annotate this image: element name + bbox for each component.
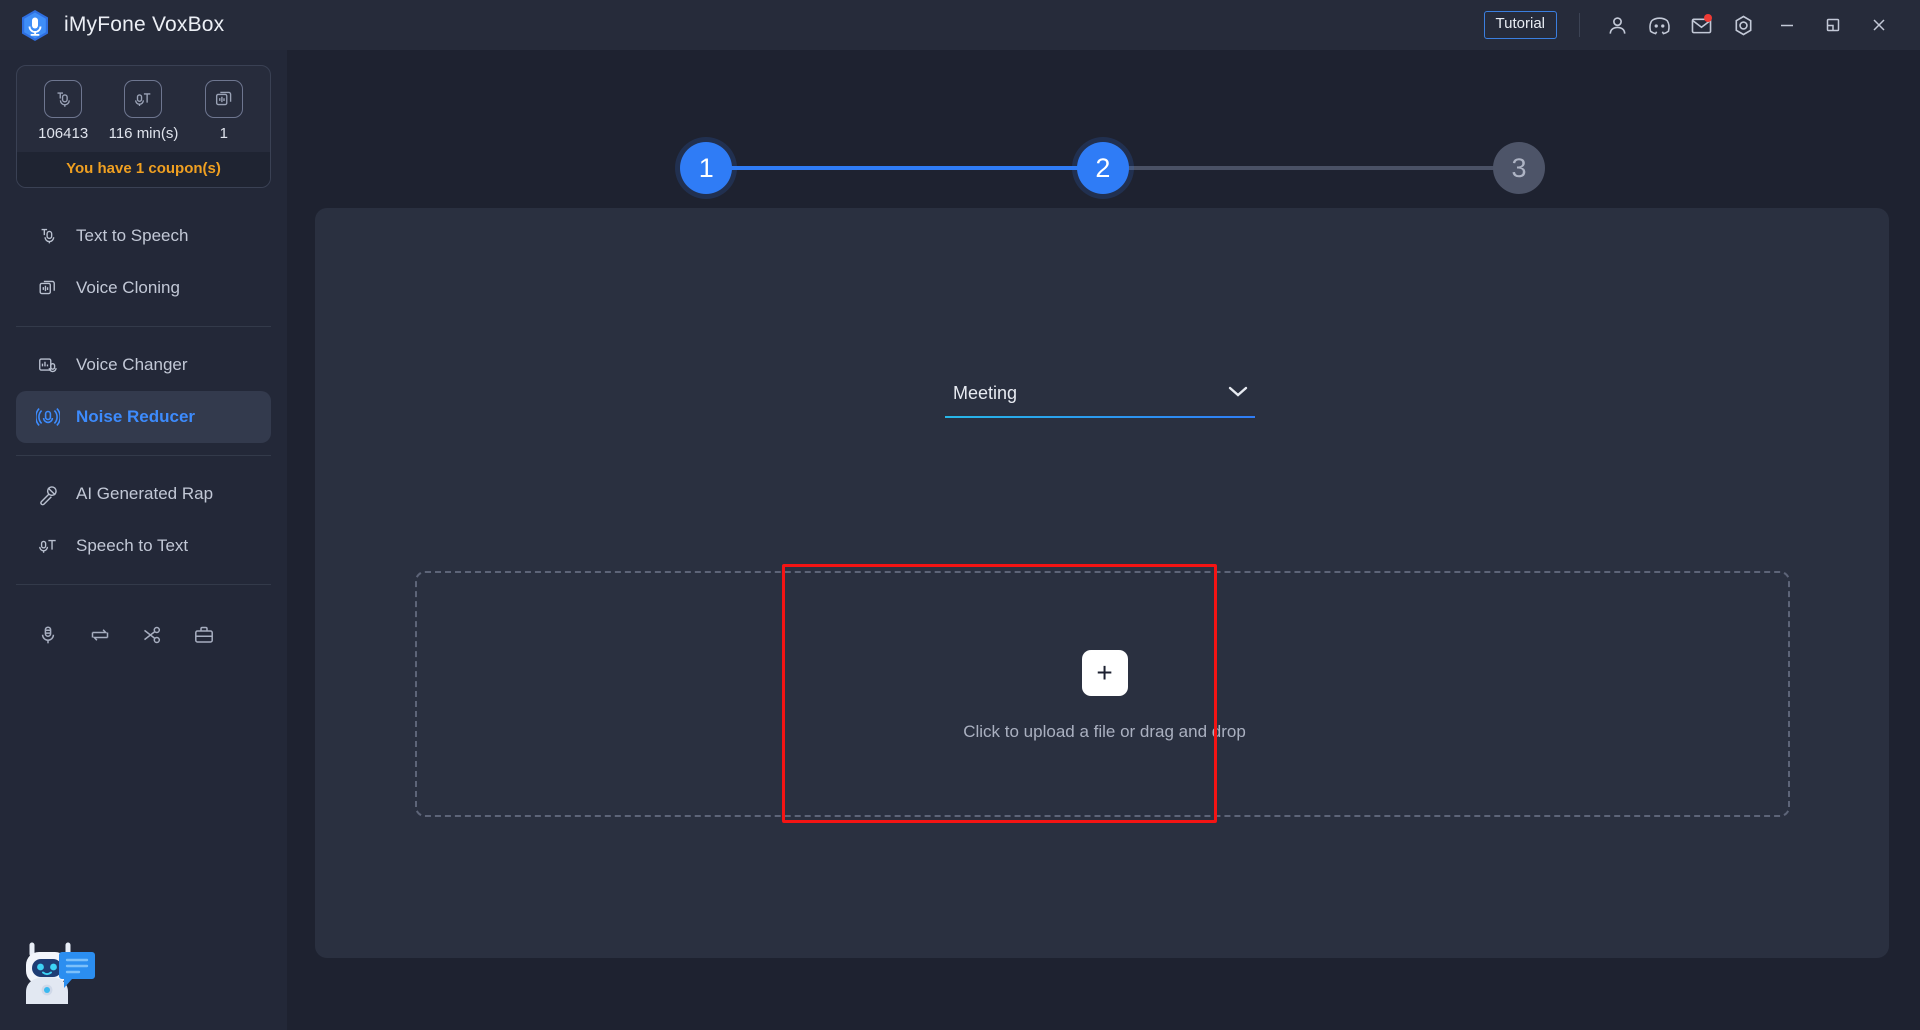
chatbot-assistant-icon[interactable] (12, 930, 98, 1016)
coupon-banner[interactable]: You have 1 coupon(s) (17, 152, 270, 187)
tutorial-button[interactable]: Tutorial (1483, 11, 1557, 39)
file-dropzone-inner[interactable]: + Click to upload a file or drag and dro… (417, 573, 1792, 819)
sidebar-item-voice-cloning[interactable]: Voice Cloning (16, 262, 271, 314)
mode-select-value: Meeting (953, 383, 1018, 403)
sidebar-divider (16, 455, 271, 456)
brand: iMyFone VoxBox (0, 9, 224, 42)
toolbox-tool-icon[interactable] (184, 615, 224, 655)
sidebar: 106413 116 min(s) 1 You have 1 coupon(s)… (0, 50, 287, 1030)
recorder-tool-icon[interactable] (28, 615, 68, 655)
text-to-speech-icon (36, 224, 60, 248)
sidebar-item-label: Text to Speech (76, 226, 189, 245)
credit-item-characters[interactable]: 106413 (23, 80, 103, 142)
main-content: 1 Select Mode 2 Upload 3 Export Meeting (287, 50, 1920, 1030)
mail-icon[interactable] (1680, 4, 1722, 46)
sidebar-divider (16, 326, 271, 327)
maximize-button[interactable] (1810, 2, 1856, 48)
step-number: 3 (1493, 142, 1545, 194)
mode-select-dropdown[interactable]: Meeting (945, 383, 1255, 418)
upload-panel: Meeting + Click to upload a file or drag… (315, 208, 1889, 958)
plus-icon[interactable]: + (1081, 650, 1128, 696)
text-to-speech-credit-icon (44, 80, 83, 118)
sidebar-item-label: Voice Changer (76, 355, 188, 374)
sidebar-item-voice-changer[interactable]: Voice Changer (16, 339, 271, 391)
sidebar-item-ai-generated-rap[interactable]: AI Generated Rap (16, 468, 271, 520)
app-title: iMyFone VoxBox (64, 13, 225, 36)
title-bar-actions: Tutorial (1483, 2, 1920, 48)
credit-value: 106413 (38, 125, 89, 142)
credit-item-clones[interactable]: 1 (184, 80, 264, 142)
sidebar-item-label: Voice Cloning (76, 278, 180, 297)
mail-unread-badge (1704, 14, 1712, 22)
noise-reducer-icon (36, 405, 60, 429)
credit-value: 1 (219, 125, 228, 142)
step-number: 2 (1076, 142, 1129, 194)
title-bar-divider (1579, 13, 1580, 37)
credit-item-minutes[interactable]: 116 min(s) (104, 80, 184, 142)
speech-to-text-icon (36, 534, 60, 558)
sidebar-item-noise-reducer[interactable]: Noise Reducer (16, 391, 271, 443)
sidebar-item-label: AI Generated Rap (76, 484, 214, 503)
sidebar-item-label: Noise Reducer (76, 407, 196, 426)
settings-icon[interactable] (1722, 4, 1764, 46)
credit-row: 106413 116 min(s) 1 (17, 66, 270, 152)
converter-tool-icon[interactable] (80, 615, 120, 655)
credit-card: 106413 116 min(s) 1 You have 1 coupon(s) (16, 65, 271, 188)
sidebar-nav: Text to Speech Voice Cloning Voice Chang… (0, 210, 287, 655)
voice-changer-icon (36, 353, 60, 377)
speech-to-text-credit-icon (124, 80, 163, 118)
close-button[interactable] (1856, 2, 1902, 48)
stepper: 1 Select Mode 2 Upload 3 Export (287, 50, 1920, 225)
sidebar-item-speech-to-text[interactable]: Speech to Text (16, 520, 271, 572)
app-window: iMyFone VoxBox Tutorial 106413 116 min(s… (0, 0, 1920, 1030)
credit-value: 116 min(s) (108, 125, 179, 142)
minimize-button[interactable] (1764, 2, 1810, 48)
voice-cloning-icon (36, 276, 60, 300)
sidebar-item-text-to-speech[interactable]: Text to Speech (16, 210, 271, 262)
chevron-down-icon (1227, 384, 1249, 403)
ai-rap-icon (36, 482, 60, 506)
account-icon[interactable] (1596, 4, 1638, 46)
cutter-tool-icon[interactable] (132, 615, 172, 655)
step-connector-2 (1102, 166, 1519, 170)
sidebar-tools (0, 597, 287, 655)
app-logo-icon (20, 9, 50, 42)
sidebar-item-label: Speech to Text (76, 536, 189, 555)
discord-icon[interactable] (1638, 4, 1680, 46)
sidebar-divider (16, 584, 271, 585)
step-number: 1 (680, 142, 733, 194)
title-bar: iMyFone VoxBox Tutorial (0, 0, 1920, 50)
dropzone-label: Click to upload a file or drag and drop (963, 722, 1246, 741)
voice-clone-credit-icon (204, 80, 243, 118)
file-dropzone[interactable]: + Click to upload a file or drag and dro… (415, 571, 1790, 817)
